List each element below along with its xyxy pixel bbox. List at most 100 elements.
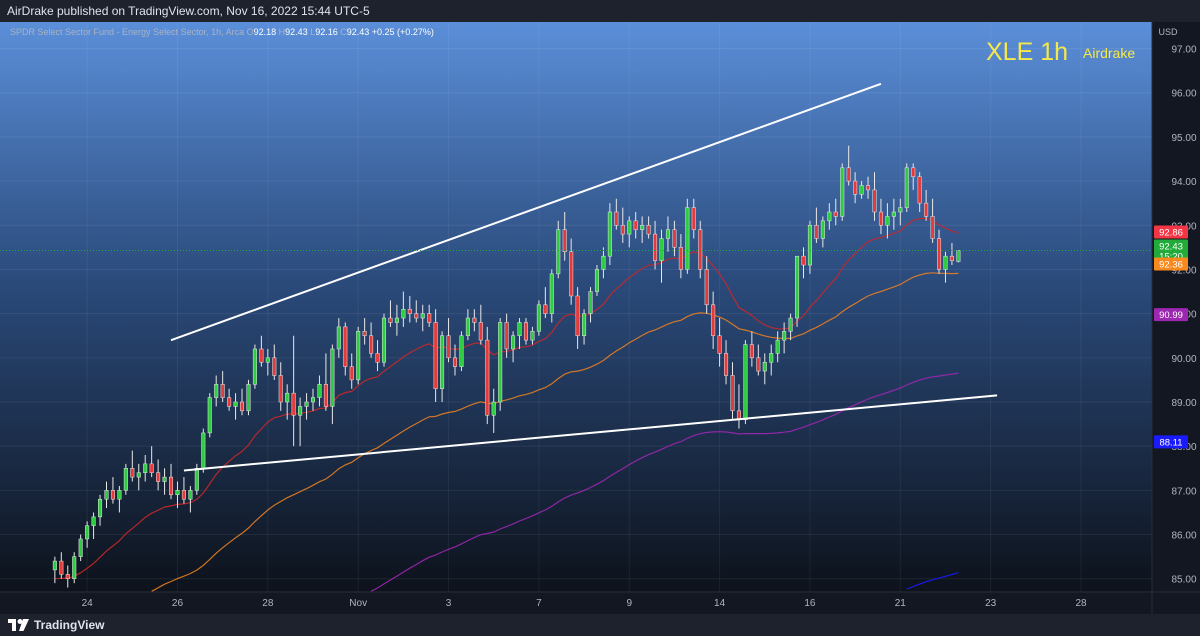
candle-body xyxy=(904,167,909,208)
candle-body xyxy=(588,291,593,314)
candle-body xyxy=(98,498,103,518)
candle-body xyxy=(65,574,70,579)
candle-body xyxy=(562,229,567,253)
candle-body xyxy=(749,344,754,359)
candle-body xyxy=(943,255,948,270)
candle-body xyxy=(601,255,606,270)
candle-body xyxy=(756,357,761,372)
candle-body xyxy=(394,317,399,323)
x-tick-label: 3 xyxy=(446,598,452,609)
candle-body xyxy=(265,357,270,363)
candle-body xyxy=(717,335,722,354)
candle-body xyxy=(452,357,458,367)
legend-close: 92.43 xyxy=(347,27,372,37)
candle-body xyxy=(85,525,90,540)
candle-body xyxy=(582,313,587,336)
candle-body xyxy=(343,326,348,367)
candle-body xyxy=(272,357,277,376)
candle-body xyxy=(472,317,477,323)
candle-body xyxy=(175,490,180,496)
legend-open: 92.18 xyxy=(254,27,279,37)
candle xyxy=(840,163,845,221)
candle xyxy=(459,331,464,372)
candle-body xyxy=(130,468,135,478)
x-tick-label: 9 xyxy=(626,598,632,609)
candle-body xyxy=(730,375,735,412)
candle-body xyxy=(478,322,483,341)
candle-body xyxy=(659,238,664,261)
legend-text: SPDR Select Sector Fund - Energy Select … xyxy=(10,27,434,37)
candle xyxy=(207,393,212,438)
candle xyxy=(123,463,128,495)
candle-body xyxy=(149,463,154,473)
candle-body xyxy=(420,313,425,319)
candle-body xyxy=(181,490,186,500)
candle-body xyxy=(788,317,793,332)
candle-body xyxy=(227,397,232,407)
candle-body xyxy=(278,375,283,403)
candle xyxy=(381,313,387,367)
candle-body xyxy=(414,313,419,319)
candle-body xyxy=(239,401,245,412)
candle-body xyxy=(846,167,851,182)
candle-body xyxy=(330,348,335,407)
watermark-title: XLE 1h xyxy=(986,38,1068,66)
candle-body xyxy=(594,269,599,292)
candle-body xyxy=(511,335,516,350)
tradingview-logo-icon[interactable] xyxy=(8,619,30,631)
price-tag-value: 92.36 xyxy=(1159,260,1183,271)
candle-body xyxy=(775,339,780,354)
candle-body xyxy=(956,250,961,262)
brand-name[interactable]: TradingView xyxy=(34,614,104,636)
x-tick-label: 28 xyxy=(1075,598,1087,609)
candle-body xyxy=(504,322,509,350)
x-tick-label: 14 xyxy=(714,598,726,609)
candle-body xyxy=(672,229,677,248)
candle-body xyxy=(549,273,554,314)
candle-body xyxy=(194,468,199,491)
candle-body xyxy=(59,560,64,575)
candle-body xyxy=(782,331,787,341)
candle-body xyxy=(911,167,916,177)
candle-body xyxy=(853,180,858,195)
legend-change: +0.25 (+0.27%) xyxy=(372,27,434,37)
candle-body xyxy=(814,225,819,239)
candle-body xyxy=(627,220,632,235)
candle-body xyxy=(369,335,374,354)
candle-body xyxy=(711,304,716,336)
candle-body xyxy=(169,476,174,496)
candle-body xyxy=(304,401,309,407)
candle-body xyxy=(685,207,690,270)
candle-body xyxy=(427,313,432,323)
candle-body xyxy=(336,326,341,350)
candle-body xyxy=(52,560,57,571)
candle-body xyxy=(317,384,322,398)
y-tick-label: 85.00 xyxy=(1171,575,1196,586)
candle-body xyxy=(807,225,812,266)
candle-body xyxy=(536,304,541,332)
price-chart[interactable]: 85.0086.0087.0088.0089.0090.0091.0092.00… xyxy=(0,22,1200,614)
candle xyxy=(356,326,361,385)
legend-low: 92.16 xyxy=(315,27,340,37)
candle-body xyxy=(188,490,193,500)
candle xyxy=(72,552,77,584)
candle-body xyxy=(607,211,612,257)
y-tick-label: 86.00 xyxy=(1171,531,1196,542)
candle-body xyxy=(465,317,470,336)
candle-body xyxy=(917,176,922,204)
candle-body xyxy=(530,331,535,341)
candle xyxy=(485,326,490,425)
x-tick-label: 23 xyxy=(985,598,997,609)
x-tick-label: 21 xyxy=(895,598,907,609)
candle-body xyxy=(220,384,225,398)
candle-body xyxy=(459,335,464,367)
candle xyxy=(607,203,612,266)
candle-body xyxy=(517,322,522,336)
candle-body xyxy=(401,308,406,319)
candle-body xyxy=(859,185,864,195)
candle-body xyxy=(885,216,890,226)
candle-body xyxy=(646,225,651,235)
candle-body xyxy=(252,348,257,385)
candle-body xyxy=(614,211,619,226)
candle-body xyxy=(485,339,490,416)
